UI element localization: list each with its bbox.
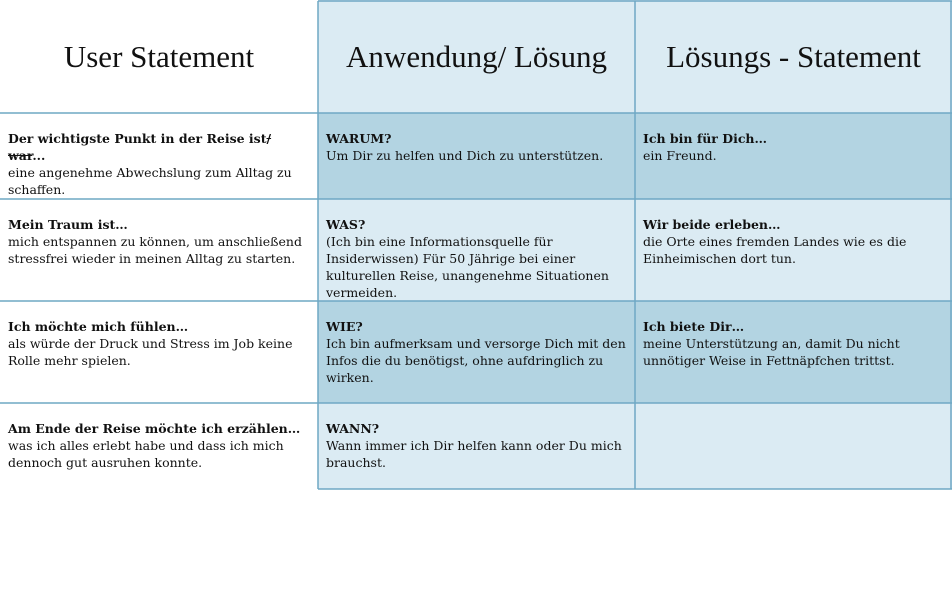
row-3-app-title: WIE? (326, 319, 363, 334)
row-3-application: WIE? Ich bin aufmerksam und versorge Dic… (318, 301, 635, 403)
row-3-app-text: Ich bin aufmerksam und versorge Dich mit… (326, 336, 626, 385)
statement-table: User Statement Anwendung/ Lösung Lösungs… (0, 0, 952, 490)
row-1-user-title: Der wichtigste Punkt in der Reise ist/ w… (8, 131, 272, 163)
header-anwendung-loesung: Anwendung/ Lösung (318, 0, 635, 113)
row-4-user-statement: Am Ende der Reise möchte ich erzählen… w… (0, 403, 318, 489)
row-2-user-title: Mein Traum ist… (8, 217, 128, 232)
row-2-user-text: mich entspannen zu können, um anschließe… (8, 234, 302, 266)
header-user-statement: User Statement (0, 0, 318, 113)
row-1-sol-title: Ich bin für Dich… (643, 131, 768, 146)
row-2-application: WAS? (Ich bin eine Informationsquelle fü… (318, 199, 635, 301)
row-1-user-text: eine angenehme Abwechslung zum Alltag zu… (8, 165, 292, 197)
row-4-application: WANN? Wann immer ich Dir helfen kann ode… (318, 403, 635, 489)
row-3-user-statement: Ich möchte mich fühlen… als würde der Dr… (0, 301, 318, 403)
row-1-app-title: WARUM? (326, 131, 392, 146)
row-4-app-text: Wann immer ich Dir helfen kann oder Du m… (326, 438, 622, 470)
row-4-user-title: Am Ende der Reise möchte ich erzählen… (8, 421, 301, 436)
row-1-sol-text: ein Freund. (643, 148, 717, 163)
row-3-sol-title: Ich biete Dir… (643, 319, 745, 334)
header-loesungs-statement: Lösungs - Statement (635, 0, 952, 113)
row-3-user-title: Ich möchte mich fühlen… (8, 319, 189, 334)
row-2-solution-statement: Wir beide erleben… die Orte eines fremde… (635, 199, 952, 301)
row-2-sol-title: Wir beide erleben… (643, 217, 781, 232)
row-4-user-text: was ich alles erlebt habe und dass ich m… (8, 438, 284, 470)
row-2-app-text: (Ich bin eine Informationsquelle für Ins… (326, 234, 609, 300)
row-1-solution-statement: Ich bin für Dich… ein Freund. (635, 113, 952, 199)
row-2-sol-text: die Orte eines fremden Landes wie es die… (643, 234, 907, 266)
row-1-app-text: Um Dir zu helfen und Dich zu unterstütze… (326, 148, 604, 163)
row-2-user-statement: Mein Traum ist… mich entspannen zu könne… (0, 199, 318, 301)
row-1-application: WARUM? Um Dir zu helfen und Dich zu unte… (318, 113, 635, 199)
row-3-solution-statement: Ich biete Dir… meine Unterstützung an, d… (635, 301, 952, 403)
row-3-user-text: als würde der Druck und Stress im Job ke… (8, 336, 293, 368)
row-4-app-title: WANN? (326, 421, 380, 436)
row-4-solution-statement (635, 403, 952, 489)
row-2-app-title: WAS? (326, 217, 366, 232)
row-1-user-statement: Der wichtigste Punkt in der Reise ist/ w… (0, 113, 318, 199)
row-3-sol-text: meine Unterstützung an, damit Du nicht u… (643, 336, 900, 368)
